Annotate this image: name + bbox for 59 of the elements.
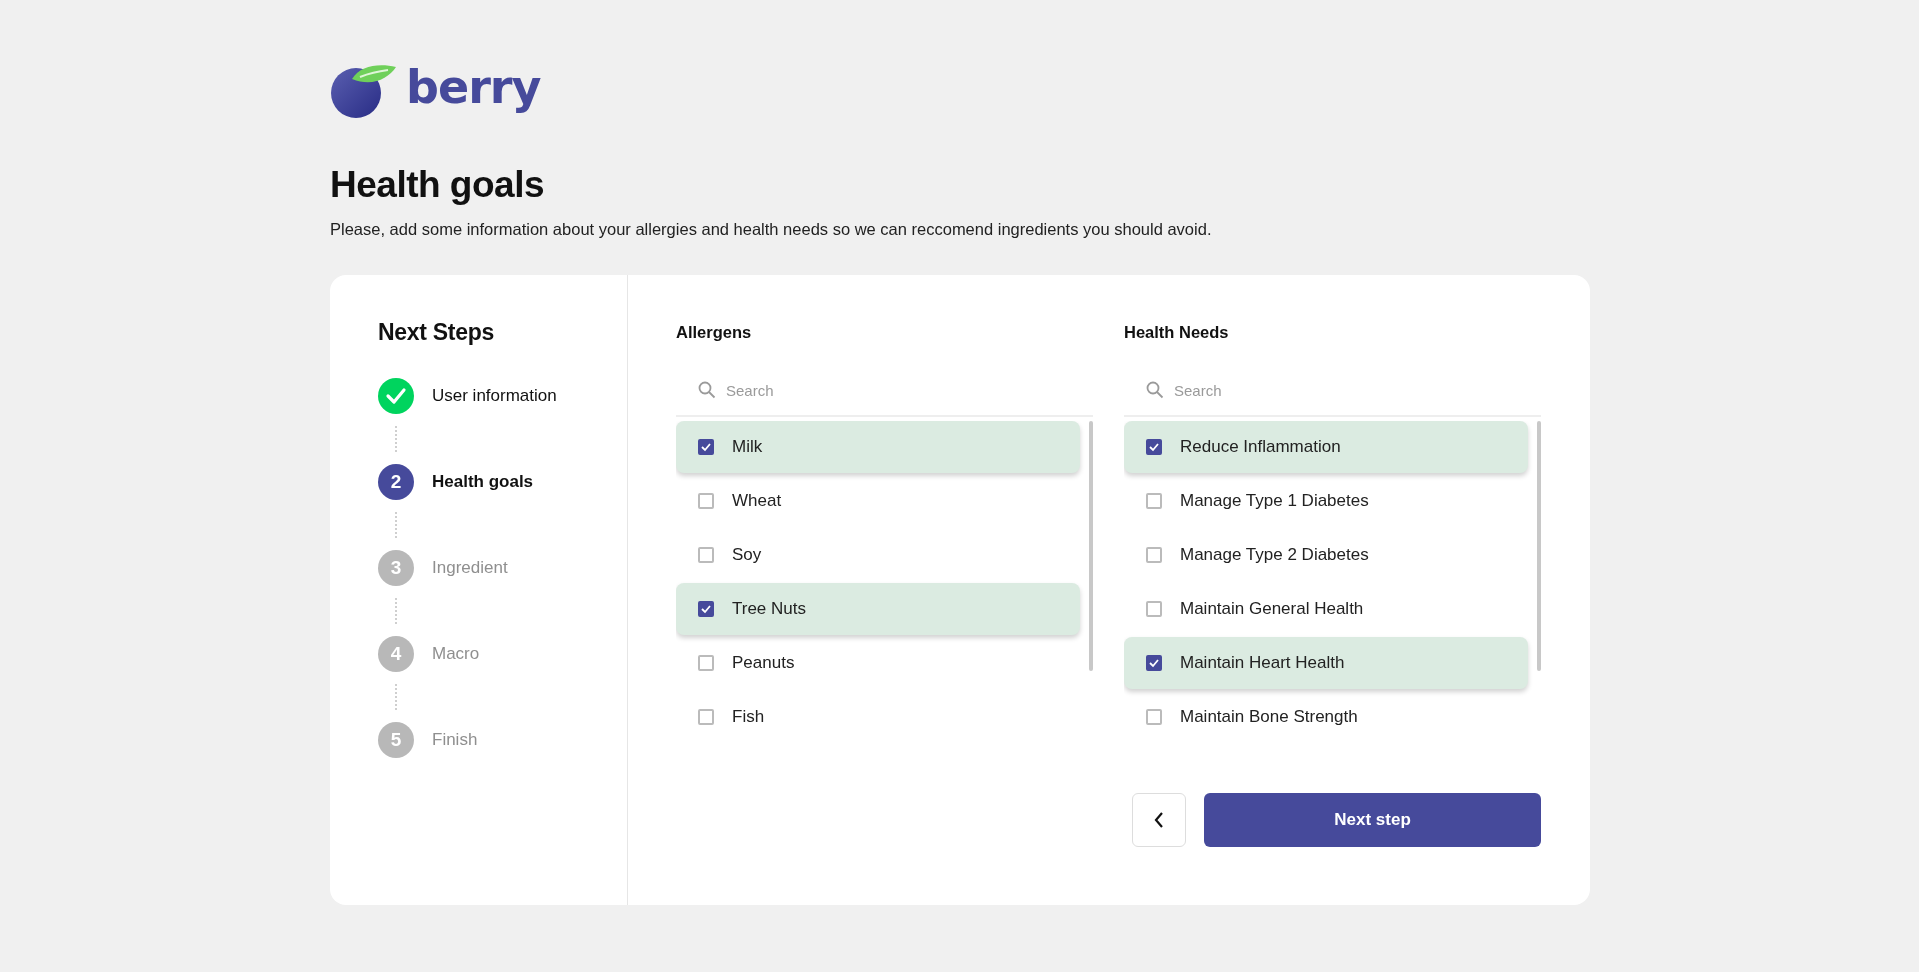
checkbox-label: Maintain Bone Strength [1180,707,1358,727]
checkbox[interactable] [698,709,714,725]
checkbox-row[interactable]: Manage Type 2 Diabetes [1124,529,1528,581]
checkbox[interactable] [698,655,714,671]
checkbox-label: Maintain Heart Health [1180,653,1345,673]
checkbox[interactable] [1146,547,1162,563]
next-step-button[interactable]: Next step [1204,793,1541,847]
search-field[interactable]: Search [726,381,1026,399]
checkbox-row[interactable]: Milk [676,421,1080,473]
checkbox-label: Manage Type 1 Diabetes [1180,491,1369,511]
step-label: Finish [432,730,478,750]
checkbox-row[interactable]: Maintain Heart Health [1124,637,1528,689]
checkbox-row[interactable]: Soy [676,529,1080,581]
checkbox-label: Tree Nuts [732,599,806,619]
back-button[interactable] [1132,793,1186,847]
chevron-left-icon [1153,811,1165,829]
checkbox-row[interactable]: Wheat [676,475,1080,527]
checkbox-label: Soy [732,545,762,565]
step-label: Ingredient [432,558,508,578]
checkbox-label: Reduce Inflammation [1180,437,1341,457]
checkbox-label: Maintain General Health [1180,599,1364,619]
checkbox-row[interactable]: Fish [676,691,1080,743]
checkbox[interactable] [698,547,714,563]
checkbox[interactable] [698,439,714,455]
checkbox[interactable] [1146,493,1162,509]
checkbox-row[interactable]: Tree Nuts [676,583,1080,635]
checkbox-row[interactable]: Manage Type 1 Diabetes [1124,475,1528,527]
step-number: 2 [378,464,414,500]
step-label: User information [432,386,557,406]
checkbox-label: Milk [732,437,763,457]
checkbox-row[interactable]: Peanuts [676,637,1080,689]
checkbox[interactable] [1146,709,1162,725]
checkbox-label: Wheat [732,491,782,511]
checkbox[interactable] [1146,439,1162,455]
checkbox-row[interactable]: Maintain Bone Strength [1124,691,1528,743]
checkbox[interactable] [698,601,714,617]
checkbox-label: Manage Type 2 Diabetes [1180,545,1369,565]
page-description: Please, add some information about your allergies and health needs so we can reccomend ingredients you should avoid. [330,220,1213,239]
step-label: Macro [432,644,480,664]
checkbox-label: Peanuts [732,653,795,673]
checkbox[interactable] [1146,601,1162,617]
checkbox[interactable] [698,493,714,509]
list-title: Health Needs [1124,323,1230,343]
scrollbar[interactable] [1089,421,1093,671]
step-number: 4 [378,636,414,672]
step-number: 3 [378,550,414,586]
search-icon [1146,381,1164,399]
checkbox-row[interactable]: Maintain General Health [1124,583,1528,635]
checkbox-label: Fish [732,707,765,727]
checkbox[interactable] [1146,655,1162,671]
step-label: Health goals [432,472,534,492]
step-number: 5 [378,722,414,758]
scrollbar[interactable] [1537,421,1541,671]
checkbox-row[interactable]: Reduce Inflammation [1124,421,1528,473]
search-field[interactable]: Search [1174,381,1474,399]
page-title: Health goals [330,164,545,206]
search-icon [698,381,716,399]
steps-title: Next Steps [378,319,495,346]
list-title: Allergens [676,323,753,343]
